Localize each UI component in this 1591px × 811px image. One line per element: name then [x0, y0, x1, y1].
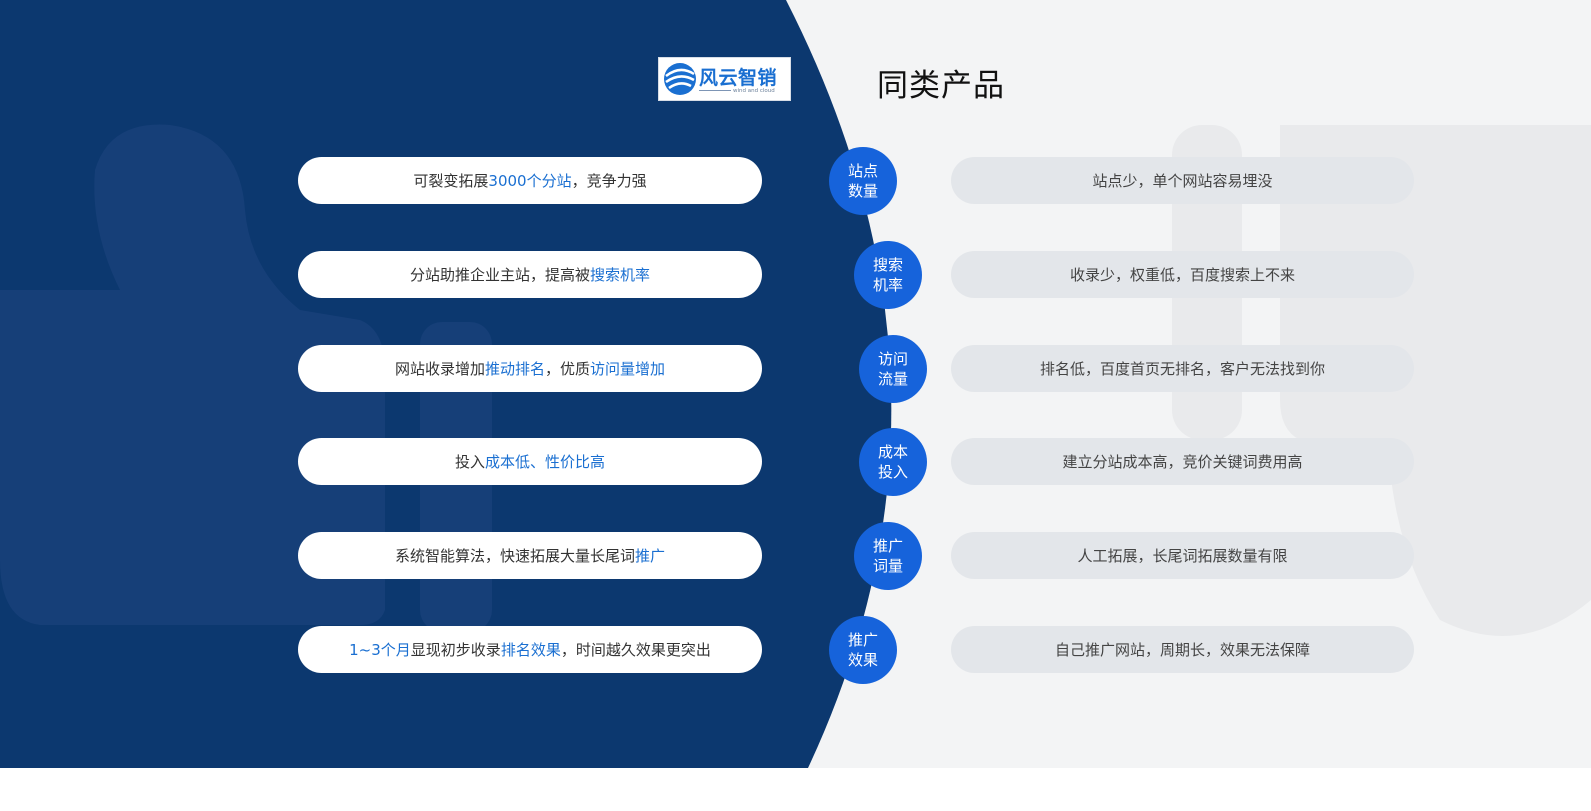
highlight-text: 推广 [635, 547, 666, 565]
competitor-pill: 收录少，权重低，百度搜索上不来 [951, 251, 1414, 298]
badge-label: 数量 [847, 182, 878, 200]
competitor-pill: 站点少，单个网站容易埋没 [951, 157, 1414, 204]
advantage-pill: 网站收录增加 推动排名 ，优质 访问量增加 [298, 345, 762, 392]
logo-subtext: wind and cloud [733, 88, 775, 94]
competitor-title: 同类产品 [877, 68, 1005, 104]
competitor-pill: 人工拓展，长尾词拓展数量有限 [951, 532, 1414, 579]
competitor-pill: 排名低，百度首页无排名，客户无法找到你 [951, 345, 1414, 392]
badge-label: 搜索 [872, 256, 903, 274]
feature-badge: 搜索 机率 [854, 241, 922, 309]
comparison-banner: 风云智销 wind and cloud 同类产品 可裂变拓展 3000个分站 ，竞争… [0, 0, 1591, 811]
advantage-pill: 系统智能算法，快速拓展大量长尾词 推广 [298, 532, 762, 579]
badge-label: 机率 [872, 276, 903, 294]
advantage-text: 网站收录增加 [394, 360, 485, 378]
badge-label: 词量 [872, 557, 903, 575]
advantage-text: ，竞争力强 [571, 172, 647, 190]
bottom-strip [0, 768, 1591, 811]
advantage-text: 显现初步收录 [410, 641, 501, 659]
badge-label: 成本 [877, 443, 908, 461]
highlight-text: 推动排名 [484, 360, 545, 378]
badge-label: 投入 [877, 463, 908, 481]
badge-label: 站点 [847, 162, 878, 180]
advantage-text: 分站助推企业主站，提高被 [409, 266, 590, 284]
logo-text: 风云智销 [699, 67, 778, 89]
feature-badge: 访问 流量 [859, 335, 927, 403]
advantage-text: ，优质 [545, 360, 591, 378]
advantage-text: 可裂变拓展 [413, 172, 489, 190]
highlight-text: 1~3个月 [349, 641, 411, 659]
logo-divider [699, 90, 731, 91]
advantage-pill: 分站助推企业主站，提高被 搜索机率 [298, 251, 762, 298]
badge-label: 流量 [877, 370, 908, 388]
badge-label: 推广 [872, 537, 903, 555]
feature-badge: 推广 词量 [854, 522, 922, 590]
advantage-pill: 1~3个月 显现初步收录 排名效果 ，时间越久效果更突出 [298, 626, 762, 673]
highlight-text: 搜索机率 [590, 266, 651, 284]
highlight-text: 排名效果 [500, 641, 561, 659]
feature-badge: 推广 效果 [829, 616, 897, 684]
badge-label: 推广 [847, 631, 878, 649]
advantage-pill: 投入 成本低、性价比高 [298, 438, 762, 485]
competitor-pill: 自己推广网站，周期长，效果无法保障 [951, 626, 1414, 673]
badge-label: 效果 [847, 651, 878, 669]
competitor-pill: 建立分站成本高，竞价关键词费用高 [951, 438, 1414, 485]
highlight-text: 访问量增加 [590, 360, 666, 378]
advantage-pill: 可裂变拓展 3000个分站 ，竞争力强 [298, 157, 762, 204]
wind-cloud-logo-icon [664, 63, 696, 95]
highlight-text: 3000个分站 [488, 172, 572, 190]
badge-label: 访问 [877, 350, 908, 368]
advantage-text: 系统智能算法，快速拓展大量长尾词 [394, 547, 635, 565]
advantage-text: ，时间越久效果更突出 [560, 641, 711, 659]
feature-badge: 站点 数量 [829, 147, 897, 215]
highlight-text: 成本低、性价比高 [485, 453, 606, 471]
advantage-text: 投入 [454, 453, 485, 471]
feature-badge: 成本 投入 [859, 428, 927, 496]
brand-logo: 风云智销 wind and cloud [658, 57, 791, 101]
